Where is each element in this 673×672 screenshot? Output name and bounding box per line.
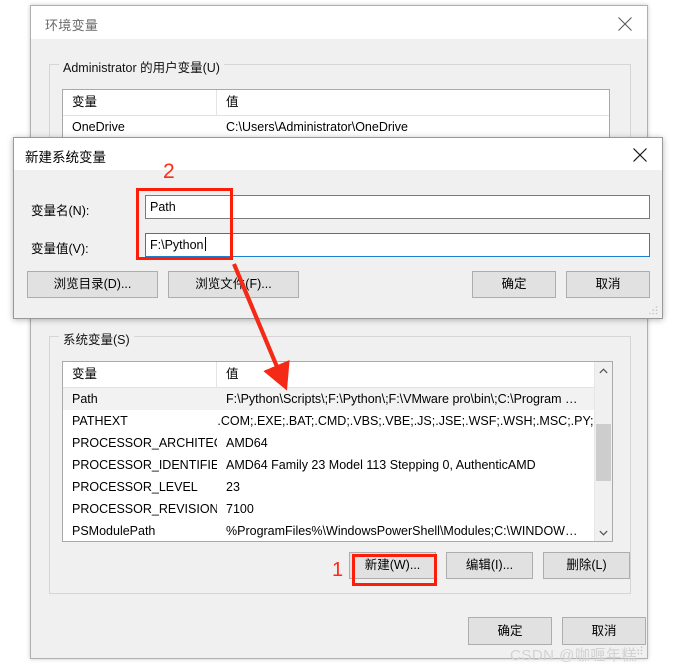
table-row[interactable]: PSModulePath %ProgramFiles%\WindowsPower… — [63, 520, 594, 541]
table-row[interactable]: PROCESSOR_LEVEL 23 — [63, 476, 594, 498]
sys-var-value: %ProgramFiles%\WindowsPowerShell\Modules… — [226, 524, 578, 538]
chevron-down-icon[interactable] — [595, 524, 612, 541]
close-glyph — [618, 17, 632, 31]
system-variables-table[interactable]: 变量 值 Path F:\Python\Scripts\;F:\Python\;… — [62, 361, 613, 542]
table-row[interactable]: Path F:\Python\Scripts\;F:\Python\;F:\VM… — [63, 388, 594, 410]
table-row[interactable]: PROCESSOR_REVISION 7100 — [63, 498, 594, 520]
sys-var-name: PATHEXT — [72, 414, 128, 428]
env-dialog-title: 环境变量 — [45, 18, 99, 33]
sys-col-variable[interactable]: 变量 — [63, 362, 217, 387]
sys-var-name: PROCESSOR_REVISION — [72, 502, 217, 516]
sys-var-name: PROCESSOR_LEVEL — [72, 480, 198, 494]
newvar-dialog-titlebar: 新建系统变量 — [14, 138, 662, 170]
env-dialog-body: Administrator 的用户变量(U) 变量 值 OneDrive C:\… — [31, 39, 647, 658]
sys-var-value: AMD64 — [226, 436, 268, 450]
table-row[interactable]: PROCESSOR_IDENTIFIER AMD64 Family 23 Mod… — [63, 454, 594, 476]
environment-variables-dialog: 环境变量 Administrator 的用户变量(U) 变量 值 OneDriv… — [30, 5, 648, 659]
browse-file-button[interactable]: 浏览文件(F)... — [168, 271, 299, 298]
variable-value-input[interactable]: F:\Python — [145, 233, 650, 257]
delete-system-variable-button[interactable]: 删除(L) — [543, 552, 630, 579]
browse-directory-button[interactable]: 浏览目录(D)... — [27, 271, 158, 298]
new-system-variable-button[interactable]: 新建(W)... — [349, 552, 436, 579]
sys-var-value: 7100 — [226, 502, 254, 516]
sys-var-value: .COM;.EXE;.BAT;.CMD;.VBS;.VBE;.JS;.JSE;.… — [217, 414, 594, 428]
table-row[interactable]: OneDrive C:\Users\Administrator\OneDrive — [63, 116, 609, 138]
sys-var-value: 23 — [226, 480, 240, 494]
sys-var-name: Path — [72, 392, 98, 406]
scrollbar-thumb[interactable] — [596, 424, 611, 481]
sys-var-value: AMD64 Family 23 Model 113 Stepping 0, Au… — [226, 458, 536, 472]
variable-value-input-value: F:\Python — [150, 238, 204, 252]
sys-col-value[interactable]: 值 — [217, 362, 594, 387]
user-var-value: C:\Users\Administrator\OneDrive — [226, 120, 408, 134]
system-variables-legend: 系统变量(S) — [59, 329, 134, 348]
env-dialog-titlebar: 环境变量 — [31, 6, 647, 39]
system-variables-table-body: 变量 值 Path F:\Python\Scripts\;F:\Python\;… — [63, 362, 594, 541]
newvar-dialog-title: 新建系统变量 — [25, 150, 106, 165]
table-row[interactable]: PATHEXT .COM;.EXE;.BAT;.CMD;.VBS;.VBE;.J… — [63, 410, 594, 432]
close-glyph — [633, 148, 647, 162]
variable-name-label: 变量名(N): — [31, 204, 90, 218]
text-caret — [204, 237, 206, 251]
new-system-variable-dialog: 新建系统变量 变量名(N): Path 变量值(V): F:\Python 浏览… — [13, 137, 663, 319]
edit-system-variable-button[interactable]: 编辑(I)... — [446, 552, 533, 579]
resize-grip-icon[interactable] — [648, 305, 658, 315]
env-ok-button[interactable]: 确定 — [468, 617, 552, 645]
sys-var-name: PSModulePath — [72, 524, 156, 538]
table-row[interactable]: PROCESSOR_ARCHITECT… AMD64 — [63, 432, 594, 454]
system-variables-scrollbar[interactable] — [594, 362, 612, 541]
system-variables-group: 系统变量(S) 变量 值 Path F:\Python\Scripts\;F:\… — [49, 329, 631, 594]
close-icon[interactable] — [603, 6, 647, 39]
close-icon[interactable] — [617, 138, 662, 170]
sys-var-name: PROCESSOR_ARCHITECT… — [72, 436, 217, 450]
sys-var-name: PROCESSOR_IDENTIFIER — [72, 458, 217, 472]
env-cancel-button[interactable]: 取消 — [562, 617, 646, 645]
user-col-variable[interactable]: 变量 — [63, 90, 217, 115]
newvar-cancel-button[interactable]: 取消 — [566, 271, 650, 298]
chevron-up-icon[interactable] — [595, 362, 612, 379]
sys-table-header: 变量 值 — [63, 362, 594, 388]
user-variables-legend: Administrator 的用户变量(U) — [59, 57, 224, 76]
user-var-name: OneDrive — [72, 120, 125, 134]
newvar-ok-button[interactable]: 确定 — [472, 271, 556, 298]
variable-value-label: 变量值(V): — [31, 242, 89, 256]
user-table-header: 变量 值 — [63, 90, 609, 116]
variable-name-input[interactable]: Path — [145, 195, 650, 219]
user-col-value[interactable]: 值 — [217, 90, 609, 115]
variable-name-input-value: Path — [150, 200, 176, 214]
resize-grip-icon[interactable] — [633, 645, 643, 655]
sys-var-value: F:\Python\Scripts\;F:\Python\;F:\VMware … — [226, 392, 578, 406]
